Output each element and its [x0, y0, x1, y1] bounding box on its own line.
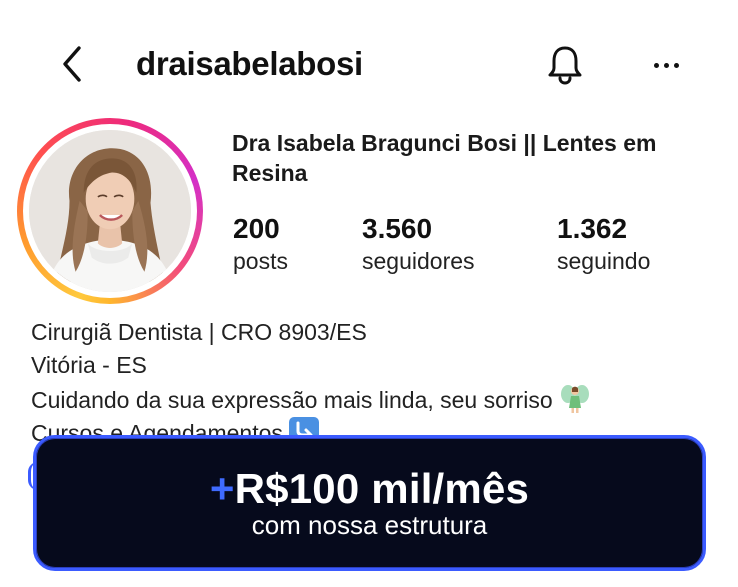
profile-full-name: Dra Isabela Bragunci Bosi || Lentes em R… [232, 130, 657, 186]
avatar [29, 130, 191, 292]
following-label: seguindo [557, 248, 651, 274]
followers-label: seguidores [362, 248, 475, 274]
cta-subtext: com nossa estrutura [251, 510, 488, 540]
fairy-emoji-icon [560, 385, 589, 413]
notifications-button[interactable] [543, 43, 587, 87]
posts-label: posts [233, 248, 288, 274]
more-horizontal-icon-dot [663, 62, 669, 68]
cta-banner[interactable]: +R$100 mil/mês com nossa estrutura [33, 435, 706, 571]
story-ring[interactable] [17, 118, 203, 304]
bell-icon [548, 46, 582, 85]
bio-line-location: Vitória - ES [31, 352, 147, 378]
posts-value: 200 [233, 213, 280, 244]
bio-line-tagline: Cuidando da sua expressão mais linda, se… [31, 382, 721, 417]
followers-value: 3.560 [362, 213, 433, 244]
instagram-profile-screen: draisabelabosi Dra Isabela Bragunci Bosi… [0, 0, 738, 587]
more-options-button[interactable] [644, 50, 688, 80]
back-button[interactable] [54, 42, 90, 86]
profile-bio: Cirurgiã Dentista | CRO 8903/ES Vitória … [31, 316, 721, 450]
bio-line-profession: Cirurgiã Dentista | CRO 8903/ES [31, 319, 367, 345]
followers-count[interactable]: 3.560 seguidores [362, 212, 475, 276]
profile-username: draisabelabosi [136, 45, 363, 82]
more-horizontal-icon-dot [673, 62, 679, 68]
chevron-left-icon [63, 46, 81, 82]
avatar-frame [23, 124, 197, 298]
profile-header: draisabelabosi [0, 30, 738, 100]
bio-tagline-text: Cuidando da sua expressão mais linda, se… [31, 387, 553, 413]
following-value: 1.362 [557, 213, 628, 244]
cta-headline-text: R$100 mil/mês [234, 465, 530, 512]
cta-headline: +R$100 mil/mês [210, 466, 529, 512]
more-horizontal-icon [653, 62, 659, 68]
following-count[interactable]: 1.362 seguindo [557, 212, 650, 276]
cta-plus-sign: + [209, 465, 235, 512]
profile-photo [29, 130, 191, 292]
posts-count[interactable]: 200 posts [233, 212, 288, 276]
